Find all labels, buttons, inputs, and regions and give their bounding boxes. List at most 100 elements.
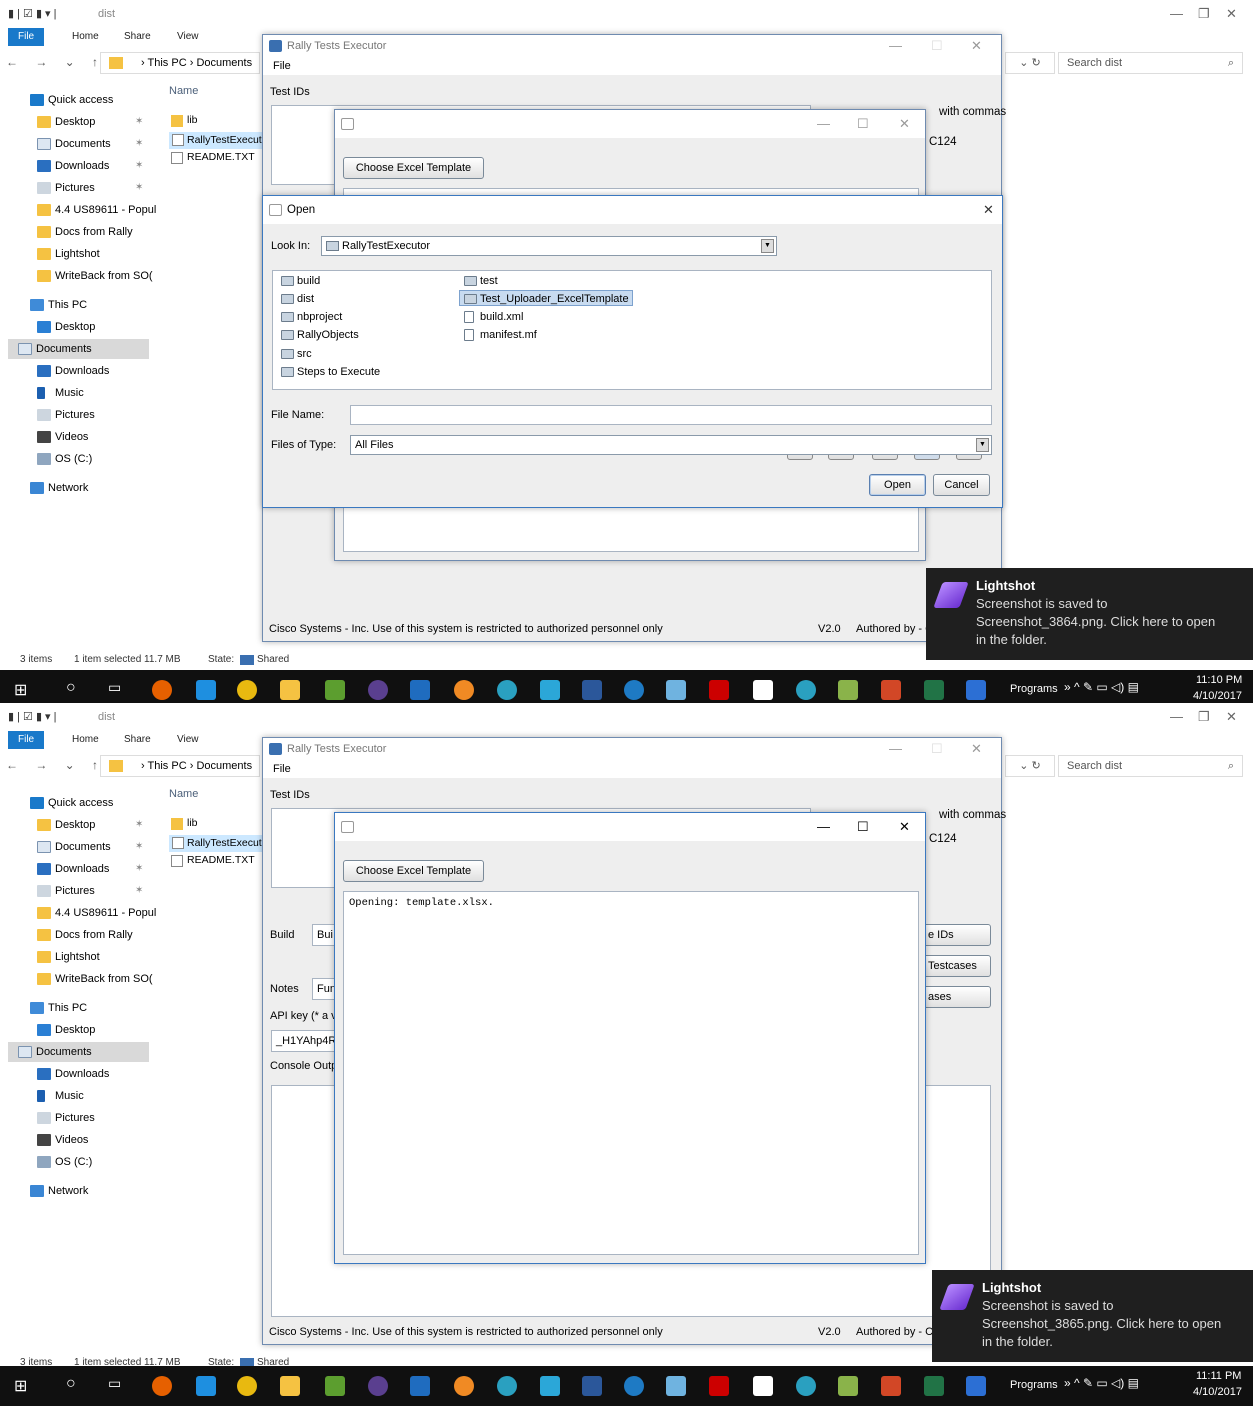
tray-icons[interactable]: » ^ ✎ ▭ ◁) ▤ (1064, 1376, 1139, 1390)
nav-quick-access[interactable]: Quick access (30, 793, 113, 813)
nav-this-pc[interactable]: This PC (30, 295, 87, 315)
word-icon[interactable] (582, 680, 602, 700)
nav-pc-documents[interactable]: Documents (8, 1042, 149, 1062)
close-button[interactable]: ✕ (1226, 6, 1237, 22)
outlook-icon[interactable] (410, 1376, 430, 1396)
close-button[interactable]: ✕ (899, 110, 910, 138)
list-item[interactable]: RallyObjects (280, 327, 359, 343)
close-button[interactable]: ✕ (899, 813, 910, 841)
menu-file[interactable]: File (263, 760, 1001, 778)
nav-this-pc[interactable]: This PC (30, 998, 87, 1018)
file-item[interactable]: RallyTestExecut (169, 132, 264, 149)
firefox-icon[interactable] (152, 1376, 172, 1396)
tab-share[interactable]: Share (124, 30, 151, 44)
app-icon[interactable] (838, 1376, 858, 1396)
file-item[interactable]: RallyTestExecut (169, 835, 264, 852)
nav-pictures[interactable]: Pictures ✶ (37, 881, 143, 901)
nav-pc-music[interactable]: Music (37, 1086, 84, 1106)
nav-downloads[interactable]: Downloads ✶ (37, 859, 143, 879)
clock-date[interactable]: 4/10/2017 (1193, 1386, 1242, 1398)
open-button[interactable]: Open (869, 474, 926, 496)
eclipse-icon[interactable] (368, 680, 388, 700)
windows-start-icon[interactable]: ⊞ (14, 680, 27, 700)
nav-pc-videos[interactable]: Videos (37, 427, 88, 447)
nav-arrows[interactable]: ← → ⌄ ↑ (6, 55, 105, 69)
clock-date[interactable]: 4/10/2017 (1193, 690, 1242, 702)
app-icon[interactable] (666, 1376, 686, 1396)
app-icon[interactable] (454, 1376, 474, 1396)
tab-view[interactable]: View (177, 30, 199, 44)
list-item[interactable]: test (463, 273, 498, 289)
clock-time[interactable]: 11:11 PM (1196, 1370, 1241, 1382)
column-header-name[interactable]: Name (169, 85, 198, 97)
clock-time[interactable]: 11:10 PM (1196, 674, 1242, 686)
eclipse-icon[interactable] (368, 1376, 388, 1396)
nav-folder-writeback[interactable]: WriteBack from SO( (37, 969, 153, 989)
maximize-button[interactable]: ☐ (857, 813, 869, 841)
app-icon[interactable] (796, 680, 816, 700)
list-item[interactable]: build.xml (463, 309, 523, 325)
minimize-button[interactable]: — (817, 813, 830, 841)
look-in-combo[interactable]: RallyTestExecutor ▼ (321, 236, 777, 256)
choose-excel-template-button[interactable]: Choose Excel Template (343, 860, 484, 882)
tab-file[interactable]: File (8, 28, 45, 46)
file-explorer-icon[interactable] (280, 1376, 300, 1396)
maximize-button[interactable]: ☐ (931, 738, 943, 760)
nav-desktop[interactable]: Desktop ✶ (37, 112, 143, 132)
list-item[interactable]: nbproject (280, 309, 342, 325)
app-icon[interactable] (325, 680, 345, 700)
nav-pc-pictures[interactable]: Pictures (37, 405, 95, 425)
photos-icon[interactable] (753, 680, 773, 700)
close-button[interactable]: ✕ (971, 35, 982, 57)
close-button[interactable]: ✕ (971, 738, 982, 760)
acrobat-icon[interactable] (709, 680, 729, 700)
nav-pc-downloads[interactable]: Downloads (37, 361, 109, 381)
breadcrumb-this-pc[interactable]: This PC (148, 760, 187, 772)
nav-folder-docs-rally[interactable]: Docs from Rally (37, 222, 133, 242)
minimize-button[interactable]: — (889, 738, 902, 760)
word-icon[interactable] (582, 1376, 602, 1396)
chrome-icon[interactable] (237, 1376, 257, 1396)
photos-icon[interactable] (753, 1376, 773, 1396)
maximize-button[interactable]: ☐ (931, 35, 943, 57)
app-icon[interactable] (624, 1376, 644, 1396)
nav-folder-docs-rally[interactable]: Docs from Rally (37, 925, 133, 945)
nav-pictures[interactable]: Pictures ✶ (37, 178, 143, 198)
programs-toolbar[interactable]: Programs (1010, 1379, 1058, 1391)
close-button[interactable]: ✕ (983, 196, 994, 224)
restore-button[interactable]: ❐ (1198, 709, 1210, 725)
tab-home[interactable]: Home (72, 30, 99, 44)
nav-documents[interactable]: Documents ✶ (37, 837, 143, 857)
app-icon[interactable] (454, 680, 474, 700)
nav-folder-us89611[interactable]: 4.4 US89611 - Popul (37, 200, 156, 220)
cisco-icon[interactable] (966, 1376, 986, 1396)
refresh-button[interactable]: ⌄ ↻ (1005, 52, 1055, 74)
list-item[interactable]: manifest.mf (463, 327, 537, 343)
nav-pc-os-c[interactable]: OS (C:) (37, 1152, 92, 1172)
nav-quick-access[interactable]: Quick access (30, 90, 113, 110)
nav-downloads[interactable]: Downloads ✶ (37, 156, 143, 176)
nav-network[interactable]: Network (30, 478, 88, 498)
app-icon[interactable] (666, 680, 686, 700)
windows-start-icon[interactable]: ⊞ (14, 1376, 27, 1396)
app-icon[interactable] (838, 680, 858, 700)
close-button[interactable]: ✕ (1226, 709, 1237, 725)
excel-icon[interactable] (924, 680, 944, 700)
task-view-icon[interactable]: ▭ (108, 1375, 121, 1392)
minimize-button[interactable]: — (1170, 709, 1183, 724)
choose-excel-template-button[interactable]: Choose Excel Template (343, 157, 484, 179)
refresh-button[interactable]: ⌄ ↻ (1005, 755, 1055, 777)
cisco-icon[interactable] (966, 680, 986, 700)
tab-file[interactable]: File (8, 731, 45, 749)
nav-pc-music[interactable]: Music (37, 383, 84, 403)
file-item[interactable]: lib (171, 817, 198, 830)
app-icon[interactable] (540, 680, 560, 700)
search-input[interactable]: Search dist ⌕ (1058, 52, 1243, 74)
nav-pc-pictures[interactable]: Pictures (37, 1108, 95, 1128)
minimize-button[interactable]: — (817, 110, 830, 138)
list-item[interactable]: Steps to Execute (280, 364, 380, 380)
ie-icon[interactable] (196, 1376, 216, 1396)
nav-folder-writeback[interactable]: WriteBack from SO( (37, 266, 153, 286)
nav-pc-os-c[interactable]: OS (C:) (37, 449, 92, 469)
app-icon[interactable] (540, 1376, 560, 1396)
